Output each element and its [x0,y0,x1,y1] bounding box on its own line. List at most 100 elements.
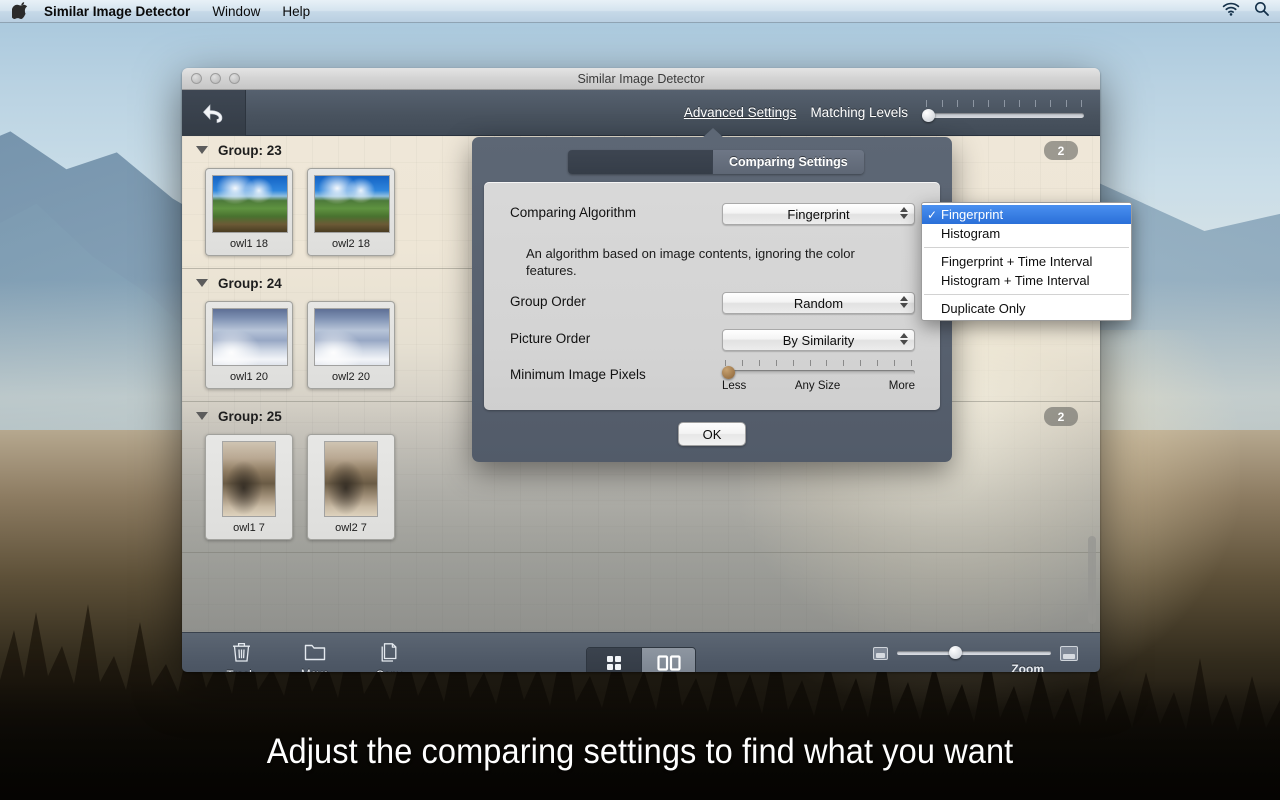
bottom-toolbar: Trash Move Copy [182,632,1100,672]
dropdown-item-duplicate-only[interactable]: Duplicate Only [922,299,1131,318]
thumbnail-image [212,175,288,233]
menu-item-app-name[interactable]: Similar Image Detector [33,0,201,23]
dropdown-item-histogram-time-interval[interactable]: Histogram + Time Interval [922,271,1131,290]
algorithm-popup-button[interactable]: Fingerprint [722,203,915,225]
thumbnail-item[interactable]: owl1 7 [205,434,293,540]
algorithm-value: Fingerprint [787,206,850,222]
tab-comparing-settings[interactable]: Comparing Settings [712,150,864,174]
min-pixels-knob[interactable] [722,366,735,379]
vertical-scrollbar[interactable] [1088,536,1096,624]
dropdown-item-label: Duplicate Only [941,301,1026,316]
dialog-tabbar: Comparing Settings [568,150,864,174]
dropdown-item-label: Histogram [941,226,1001,241]
dropdown-item-label: Fingerprint [941,207,1004,222]
group-order-label: Group Order [510,294,586,309]
trash-button[interactable]: Trash [204,641,278,672]
picture-order-value: By Similarity [782,332,855,348]
thumbnail-caption: owl2 7 [335,522,367,534]
disclosure-triangle-icon[interactable] [196,279,208,287]
matching-levels-label: Matching Levels [810,105,908,120]
algorithm-label: Comparing Algorithm [510,205,637,220]
min-pixels-slider[interactable]: Less Any Size More [722,360,915,392]
min-pixels-label: Minimum Image Pixels [510,367,646,382]
thumbnail-image [222,441,276,517]
zoom-label: Zoom [1011,662,1044,672]
menu-item-help[interactable]: Help [271,0,321,23]
tagline-text: Adjust the comparing settings to find wh… [266,732,1014,771]
copy-icon [379,642,399,668]
picture-order-label: Picture Order [510,331,591,346]
group-order-value: Random [793,295,844,311]
thumbnail-image [314,308,390,366]
zoom-slider-knob[interactable] [949,646,962,659]
small-image-icon [873,646,888,660]
group-order-popup-button[interactable]: Random [722,292,915,314]
window-titlebar[interactable]: Similar Image Detector [182,68,1100,90]
pair-view-icon[interactable] [641,648,695,672]
thumbnail-item[interactable]: owl1 20 [205,301,293,389]
chevron-updown-icon [900,207,908,219]
chevron-updown-icon [900,296,908,308]
thumbnail-caption: owl1 18 [230,238,268,250]
folder-icon [304,642,326,667]
picture-order-row: Picture Order [510,331,590,346]
matching-levels-track [924,112,1084,118]
picture-order-popup-button[interactable]: By Similarity [722,329,915,351]
ok-button[interactable]: OK [678,422,746,446]
move-label: Move [301,669,329,672]
disclosure-triangle-icon[interactable] [196,146,208,154]
matching-levels-slider[interactable] [922,99,1084,126]
thumbnail-item[interactable]: owl2 20 [307,301,395,389]
algorithm-row: Comparing Algorithm [510,205,636,220]
advanced-settings-link[interactable]: Advanced Settings [684,105,797,120]
dropdown-item-fingerprint[interactable]: ✓ Fingerprint [922,205,1131,224]
min-pixels-row: Minimum Image Pixels [510,367,646,382]
thumbnail-image [314,175,390,233]
matching-levels-knob[interactable] [922,108,935,122]
zoom-slider[interactable] [897,645,1051,661]
group-title: Group: 23 [218,142,282,158]
group-title: Group: 24 [218,275,282,291]
thumbnail-caption: owl1 20 [230,371,268,383]
scale-label-less: Less [722,380,747,392]
view-mode-segmented-control [586,647,696,672]
chevron-updown-icon [900,333,908,345]
thumbnail-item[interactable]: owl2 7 [307,434,395,540]
thumbnail-item[interactable]: owl2 18 [307,168,395,256]
thumbnail-caption: owl2 20 [332,371,370,383]
tab-general[interactable] [568,150,712,174]
thumbnail-caption: owl2 18 [332,238,370,250]
min-pixels-scale-labels: Less Any Size More [722,380,915,392]
back-arrow-icon[interactable] [182,89,246,136]
apple-logo-icon[interactable] [11,2,28,20]
algorithm-description: An algorithm based on image contents, ig… [526,246,855,278]
zoom-control [873,645,1078,661]
toolbar-right-controls: Advanced Settings Matching Levels [684,99,1100,126]
menubar-status-area [1222,1,1280,21]
thumbnail-item[interactable]: owl1 18 [205,168,293,256]
search-icon[interactable] [1254,1,1269,21]
trash-label: Trash [227,670,256,672]
wifi-icon[interactable] [1222,2,1240,21]
dropdown-item-label: Fingerprint + Time Interval [941,254,1093,269]
window-title: Similar Image Detector [577,71,705,86]
comparing-settings-dialog: Comparing Settings Comparing Algorithm F… [472,128,952,462]
copy-button[interactable]: Copy [352,642,426,672]
checkmark-icon: ✓ [927,207,938,222]
disclosure-triangle-icon[interactable] [196,412,208,420]
dropdown-separator [924,247,1129,248]
dropdown-item-fingerprint-time-interval[interactable]: Fingerprint + Time Interval [922,252,1131,271]
move-button[interactable]: Move [278,642,352,672]
zoom-slider-track [897,651,1051,655]
large-image-icon [1060,645,1078,661]
menu-item-window[interactable]: Window [201,0,271,23]
group-count-badge: 2 [1044,407,1078,426]
scale-label-more: More [888,380,915,392]
dropdown-item-histogram[interactable]: Histogram [922,224,1131,243]
matching-levels-ticks [926,99,1082,109]
min-pixels-ticks [722,360,915,368]
grid-view-icon[interactable] [587,648,641,672]
dialog-panel: Comparing Algorithm Fingerprint An algor… [484,182,940,410]
group-title: Group: 25 [218,408,282,424]
group-order-row: Group Order [510,294,586,309]
